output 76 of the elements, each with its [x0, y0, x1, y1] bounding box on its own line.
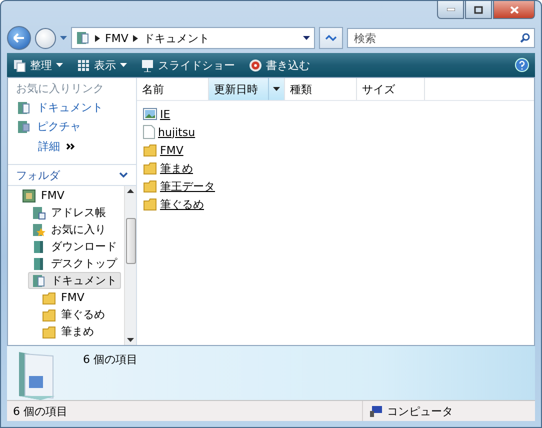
toolbar-button[interactable]: スライドショー [141, 58, 235, 72]
folder-icon [143, 161, 157, 175]
close-icon [510, 6, 518, 14]
minimize-button[interactable] [437, 1, 464, 19]
back-arrow-icon [13, 33, 25, 43]
minimize-icon [446, 8, 454, 11]
file-name[interactable]: FMV [160, 144, 184, 156]
double-chevron-icon [66, 142, 75, 150]
favorite-link[interactable]: ピクチャ [8, 117, 136, 136]
folder-icon [143, 143, 157, 157]
maximize-icon [474, 6, 483, 14]
close-button[interactable] [493, 1, 535, 19]
favorite-link[interactable]: ドキュメント [8, 98, 136, 117]
pages-icon [13, 58, 26, 72]
maximize-button[interactable] [465, 1, 492, 19]
refresh-button[interactable] [319, 27, 343, 49]
picture-file-icon [143, 108, 157, 120]
file-name[interactable]: 筆王データ [160, 178, 215, 194]
search-field[interactable]: 検索 [347, 28, 535, 48]
help-icon[interactable] [515, 58, 529, 72]
scrollbar[interactable] [124, 186, 136, 345]
tree-item[interactable]: ダウンロード [28, 238, 121, 255]
toolbar-button[interactable]: 整理 [13, 58, 63, 72]
projector-screen-icon [141, 58, 154, 72]
toolbar-button[interactable]: 書き込む [249, 58, 310, 72]
breadcrumb[interactable]: FMV [105, 32, 128, 44]
library-icon [17, 100, 31, 114]
tree-item[interactable]: 筆ぐるめ [38, 306, 109, 323]
breadcrumb[interactable]: ドキュメント [143, 30, 210, 46]
library-icon [76, 31, 90, 45]
more-link[interactable]: 詳細 [38, 138, 60, 154]
caret-up-icon [127, 189, 134, 193]
folder-icon [42, 324, 56, 338]
forward-button[interactable] [35, 28, 56, 48]
caret-icon [303, 36, 310, 40]
file-name[interactable]: IE [160, 108, 170, 120]
section-title: お気に入りリンク [15, 80, 105, 96]
status-text: 6 個の項目 [13, 404, 68, 418]
file-name[interactable]: 筆まめ [160, 160, 193, 176]
library-icon [17, 120, 31, 134]
folders-header[interactable]: フォルダ [8, 164, 136, 186]
folder-icon [143, 179, 157, 193]
library-icon [32, 274, 46, 288]
folder-icon [143, 197, 157, 211]
address-bar[interactable]: FMV ドキュメント [71, 27, 315, 49]
folder-icon [42, 308, 56, 322]
computer-icon [369, 405, 383, 417]
library-icon [32, 240, 46, 254]
disc-icon [249, 58, 262, 72]
tree-item[interactable]: FMV [18, 187, 68, 204]
item-count: 6 個の項目 [83, 352, 138, 367]
views-icon [77, 58, 90, 72]
library-icon [32, 256, 46, 270]
tree-item[interactable]: 筆まめ [38, 323, 98, 340]
user-folder-icon [22, 188, 36, 202]
toolbar-button[interactable]: 表示 [77, 58, 127, 72]
tree-item[interactable]: デスクトップ [28, 255, 121, 272]
file-name[interactable]: 筆ぐるめ [160, 196, 204, 212]
back-button[interactable] [7, 26, 31, 50]
tree-item[interactable]: ドキュメント [28, 272, 121, 289]
status-location: コンピュータ [387, 404, 453, 418]
search-icon [520, 33, 530, 43]
tree-item[interactable]: お気に入り [28, 221, 110, 238]
contacts-icon [32, 206, 46, 220]
triangle-right-icon [95, 34, 100, 42]
chevron-down-icon [119, 172, 128, 178]
caret-icon [127, 338, 134, 342]
tree-item[interactable]: FMV [38, 289, 88, 306]
document-icon [143, 125, 155, 139]
star-icon [32, 222, 46, 236]
file-name[interactable]: hujitsu [158, 126, 196, 138]
triangle-right-icon [133, 34, 138, 42]
scroll-thumb[interactable] [126, 218, 136, 264]
caret-icon [60, 36, 67, 40]
tree-item[interactable]: アドレス帳 [28, 204, 110, 221]
column-header[interactable]: 更新日時 [209, 78, 285, 100]
